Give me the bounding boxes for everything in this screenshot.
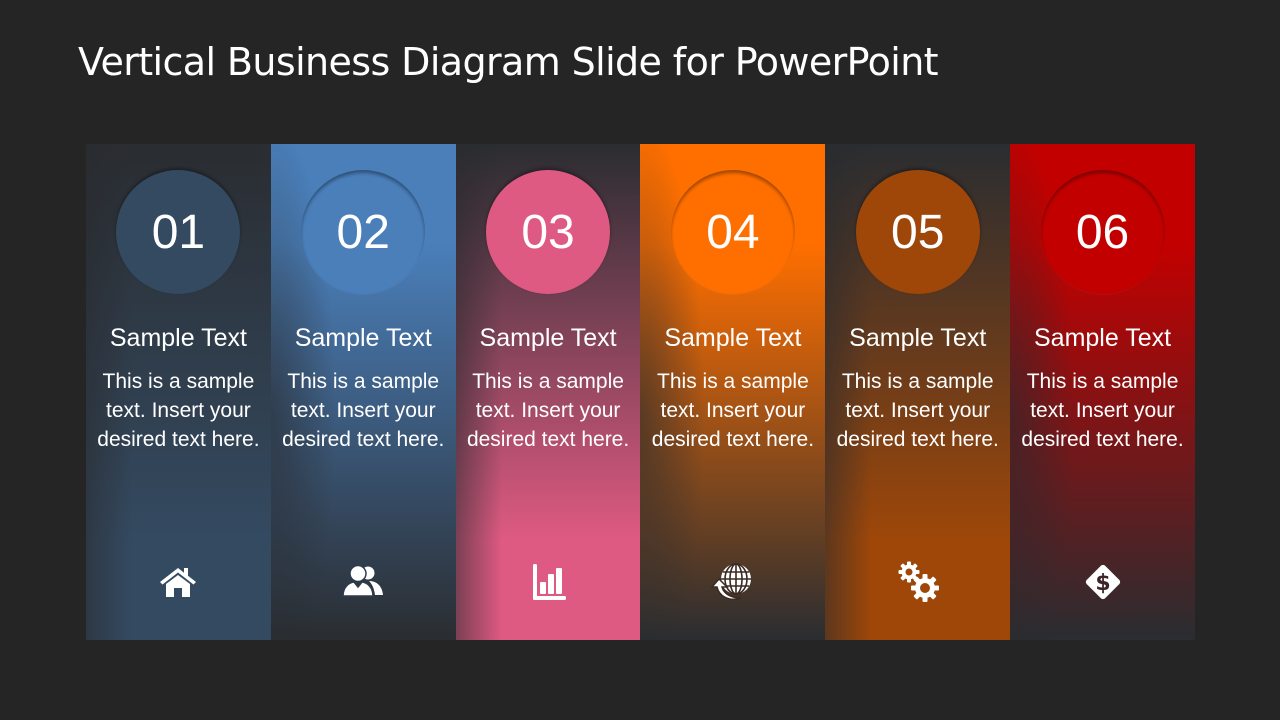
- dollar-diamond-icon: $: [1079, 558, 1127, 606]
- column-heading: Sample Text: [664, 324, 802, 352]
- users-icon: [339, 558, 387, 606]
- column-4: 04 Sample Text This is a sample text. In…: [640, 144, 826, 640]
- column-2: 02 Sample Text This is a sample text. In…: [270, 144, 456, 640]
- column-body-text: This is a sample text. Insert your desir…: [282, 370, 445, 451]
- column-6: 06 Sample Text This is a sample text. In…: [1010, 144, 1195, 640]
- number-circle: 06: [1040, 170, 1165, 294]
- gears-icon: [894, 558, 942, 606]
- column-3: 03 Sample Text This is a sample text. In…: [455, 144, 641, 640]
- column-heading: Sample Text: [479, 324, 617, 352]
- column-heading: Sample Text: [294, 324, 432, 352]
- diagram-columns: 01 Sample Text This is a sample text. In…: [86, 144, 1195, 640]
- column-body-text: This is a sample text. Insert your desir…: [97, 370, 260, 451]
- column-1: 01 Sample Text This is a sample text. In…: [86, 144, 271, 640]
- bar-chart-icon: [524, 558, 572, 606]
- column-heading: Sample Text: [1034, 324, 1172, 352]
- number-circle: 05: [855, 170, 980, 294]
- column-body-text: This is a sample text. Insert your desir…: [836, 370, 999, 451]
- column-body-text: This is a sample text. Insert your desir…: [466, 370, 630, 451]
- number-circle: 03: [486, 170, 611, 294]
- number-circle: 02: [301, 170, 426, 294]
- home-icon: [154, 558, 202, 606]
- column-body-text: This is a sample text. Insert your desir…: [651, 370, 815, 451]
- column-5: 05 Sample Text This is a sample text. In…: [825, 144, 1011, 640]
- column-heading: Sample Text: [109, 324, 247, 352]
- slide-title: Vertical Business Diagram Slide for Powe…: [78, 40, 939, 84]
- column-heading: Sample Text: [849, 324, 987, 352]
- column-body-text: This is a sample text. Insert your desir…: [1021, 370, 1184, 451]
- svg-text:$: $: [1095, 571, 1110, 596]
- number-circle: 01: [116, 170, 241, 294]
- number-circle: 04: [670, 170, 795, 294]
- globe-arrow-icon: [709, 558, 757, 606]
